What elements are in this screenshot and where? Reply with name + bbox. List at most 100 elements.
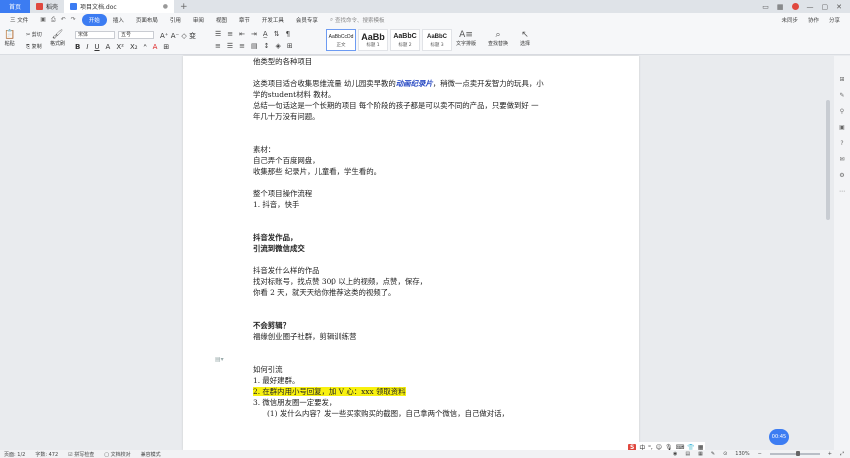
paragraph-marker-icon[interactable]: ▤▾ xyxy=(215,356,224,363)
numbering-icon[interactable]: ≡ xyxy=(227,30,233,38)
font-size-select[interactable]: 五号 xyxy=(118,31,154,39)
word-doc-icon xyxy=(70,3,78,10)
read-view-icon[interactable]: ✎ xyxy=(711,451,715,457)
tab-dev-tools[interactable]: 开发工具 xyxy=(256,16,290,24)
compat-mode: 兼容模式 xyxy=(140,451,161,458)
tab-start[interactable]: 开始 xyxy=(81,14,107,26)
copy-button[interactable]: ⎘ 复制 xyxy=(26,43,42,50)
border-icon[interactable]: ⊞ xyxy=(287,42,293,50)
zoom-out-icon[interactable]: − xyxy=(758,451,762,457)
chinese-layout-icon[interactable]: A̲ xyxy=(263,30,268,38)
layout-icon[interactable]: ▭ xyxy=(762,3,769,11)
docer-icon xyxy=(36,3,43,10)
paste-button[interactable]: 📋 粘贴 xyxy=(4,30,15,47)
doc-line: 总结一句话这是一个长期的项目 每个阶段的孩子都是可以卖不同的产品，只要做到好 一 xyxy=(253,101,539,110)
superscript-icon[interactable]: X² xyxy=(116,43,124,51)
command-search[interactable]: ⌕ 查找命令、搜索模板 xyxy=(324,16,385,25)
spell-check[interactable]: ☑ 拼写检查 xyxy=(68,451,94,458)
save-icon[interactable]: ▣ xyxy=(40,16,46,24)
style-heading-3[interactable]: AaBbC 标题 3 xyxy=(422,29,452,51)
underline-icon[interactable]: U xyxy=(94,43,99,51)
outline-view-icon[interactable]: ⊙ xyxy=(723,451,727,457)
zoom-level[interactable]: 130% xyxy=(735,451,749,457)
close-window-icon[interactable]: ✕ xyxy=(836,3,842,11)
tab-chapter[interactable]: 章节 xyxy=(233,16,256,24)
bullets-icon[interactable]: ☰ xyxy=(215,30,221,38)
sync-status[interactable]: 未同步 xyxy=(781,16,798,24)
font-select[interactable]: 宋体 xyxy=(75,31,115,39)
text-cursor-icon: I xyxy=(331,278,334,287)
search-placeholder: 查找命令、搜索模板 xyxy=(335,18,385,24)
tab-page-layout[interactable]: 页面布局 xyxy=(130,16,164,24)
add-tab-button[interactable]: + xyxy=(174,2,194,12)
align-right-icon[interactable]: ≡ xyxy=(239,42,245,50)
style-heading-1[interactable]: AaBb 标题 1 xyxy=(358,29,388,51)
zoom-in-icon[interactable]: + xyxy=(828,451,832,457)
share-button[interactable]: 分享 xyxy=(829,16,840,24)
recording-timer[interactable]: 00:45 xyxy=(769,429,789,445)
font-effect-icon[interactable]: A xyxy=(106,43,111,51)
doc-proof[interactable]: ▢ 文档校对 xyxy=(104,451,130,458)
style-normal[interactable]: AaBbCcDd 正文 xyxy=(326,29,356,51)
document-body[interactable]: 他类型的各种项目 这类项目适合收集思维流量 幼儿园卖早教的动画纪录片，稍微一点卖… xyxy=(253,56,583,419)
page-view-icon[interactable]: ▤ xyxy=(685,451,690,457)
tab-review[interactable]: 审阅 xyxy=(187,16,210,24)
sidebar-expand-icon[interactable]: ⊞ xyxy=(839,76,844,83)
bold-icon[interactable]: B xyxy=(75,43,80,51)
doc-line: 这类项目适合收集思维流量 幼儿园卖早教的动画纪录片，稍微一点卖开发智力的玩具，小 xyxy=(253,78,583,89)
menu-file[interactable]: 三 文件 xyxy=(4,16,34,24)
undo-icon[interactable]: ↶ xyxy=(61,16,66,24)
shading-icon[interactable]: ◈ xyxy=(276,42,281,50)
outdent-icon[interactable]: ⇤ xyxy=(239,30,245,38)
select-button[interactable]: ↖ 选择 xyxy=(520,30,530,47)
document-page[interactable]: 他类型的各种项目 这类项目适合收集思维流量 幼儿园卖早教的动画纪录片，稍微一点卖… xyxy=(183,56,639,450)
highlight-icon[interactable]: ᴬ xyxy=(144,43,147,51)
vertical-scrollbar[interactable] xyxy=(826,100,830,220)
avatar[interactable] xyxy=(791,3,799,10)
minimize-icon[interactable]: — xyxy=(807,3,814,11)
more-icon[interactable]: ⋯ xyxy=(839,188,845,195)
format-brush-button[interactable]: 🖌 格式刷 xyxy=(50,30,65,47)
filter-icon[interactable]: ⚲ xyxy=(840,108,844,115)
tab-member[interactable]: 会员专享 xyxy=(290,16,324,24)
show-marks-icon[interactable]: ¶ xyxy=(286,30,290,38)
web-view-icon[interactable]: ▦ xyxy=(698,451,703,457)
word-count[interactable]: 字数: 472 xyxy=(35,451,58,458)
mail-icon[interactable]: ✉ xyxy=(839,156,844,163)
subscript-icon[interactable]: X₂ xyxy=(130,43,138,51)
italic-icon[interactable]: I xyxy=(86,43,88,51)
tab-docer[interactable]: 稻壳 xyxy=(30,0,64,13)
zoom-slider[interactable] xyxy=(769,451,820,456)
align-center-icon[interactable]: ☰ xyxy=(227,42,233,50)
style-heading-2[interactable]: AaBbC 标题 2 xyxy=(390,29,420,51)
align-left-icon[interactable]: ≡ xyxy=(215,42,221,50)
tab-home[interactable]: 首页 xyxy=(0,0,30,13)
print-icon[interactable]: ⎙ xyxy=(51,16,56,24)
view-eye-icon[interactable]: ◉ xyxy=(673,451,677,457)
cut-button[interactable]: ✂ 剪切 xyxy=(26,31,42,38)
sort-icon[interactable]: ⇅ xyxy=(274,30,280,38)
tab-reference[interactable]: 引用 xyxy=(164,16,187,24)
char-border-icon[interactable]: ⊞ xyxy=(163,43,169,51)
font-color-icon[interactable]: A xyxy=(153,43,158,51)
pen-icon[interactable]: ✎ xyxy=(839,92,844,99)
tab-view[interactable]: 视图 xyxy=(210,16,233,24)
find-replace-button[interactable]: ⌕ 查找替换 xyxy=(488,30,508,47)
text-layout-button[interactable]: A≡ 文字排版 xyxy=(456,30,476,47)
indent-icon[interactable]: ⇥ xyxy=(251,30,257,38)
collab-button[interactable]: 协作 xyxy=(808,16,819,24)
redo-icon[interactable]: ↷ xyxy=(71,16,76,24)
fit-icon[interactable]: ⤢ xyxy=(840,451,844,457)
font-grow-icon[interactable]: A⁺ A⁻ ◇ 变 xyxy=(160,31,196,41)
justify-icon[interactable]: ▤ xyxy=(251,42,258,50)
close-icon[interactable]: ● xyxy=(163,3,168,10)
image-icon[interactable]: ▣ xyxy=(839,124,845,131)
grid-icon[interactable]: ▦ xyxy=(777,3,784,11)
line-spacing-icon[interactable]: ↕ xyxy=(264,42,270,50)
page-count[interactable]: 页面: 1/2 xyxy=(4,451,25,458)
help-icon[interactable]: ? xyxy=(840,140,843,147)
tab-insert[interactable]: 插入 xyxy=(107,16,130,24)
settings-icon[interactable]: ⚙ xyxy=(839,172,844,179)
tab-document[interactable]: 项目文档.doc ● xyxy=(64,0,175,13)
maximize-icon[interactable]: ▢ xyxy=(822,3,829,11)
